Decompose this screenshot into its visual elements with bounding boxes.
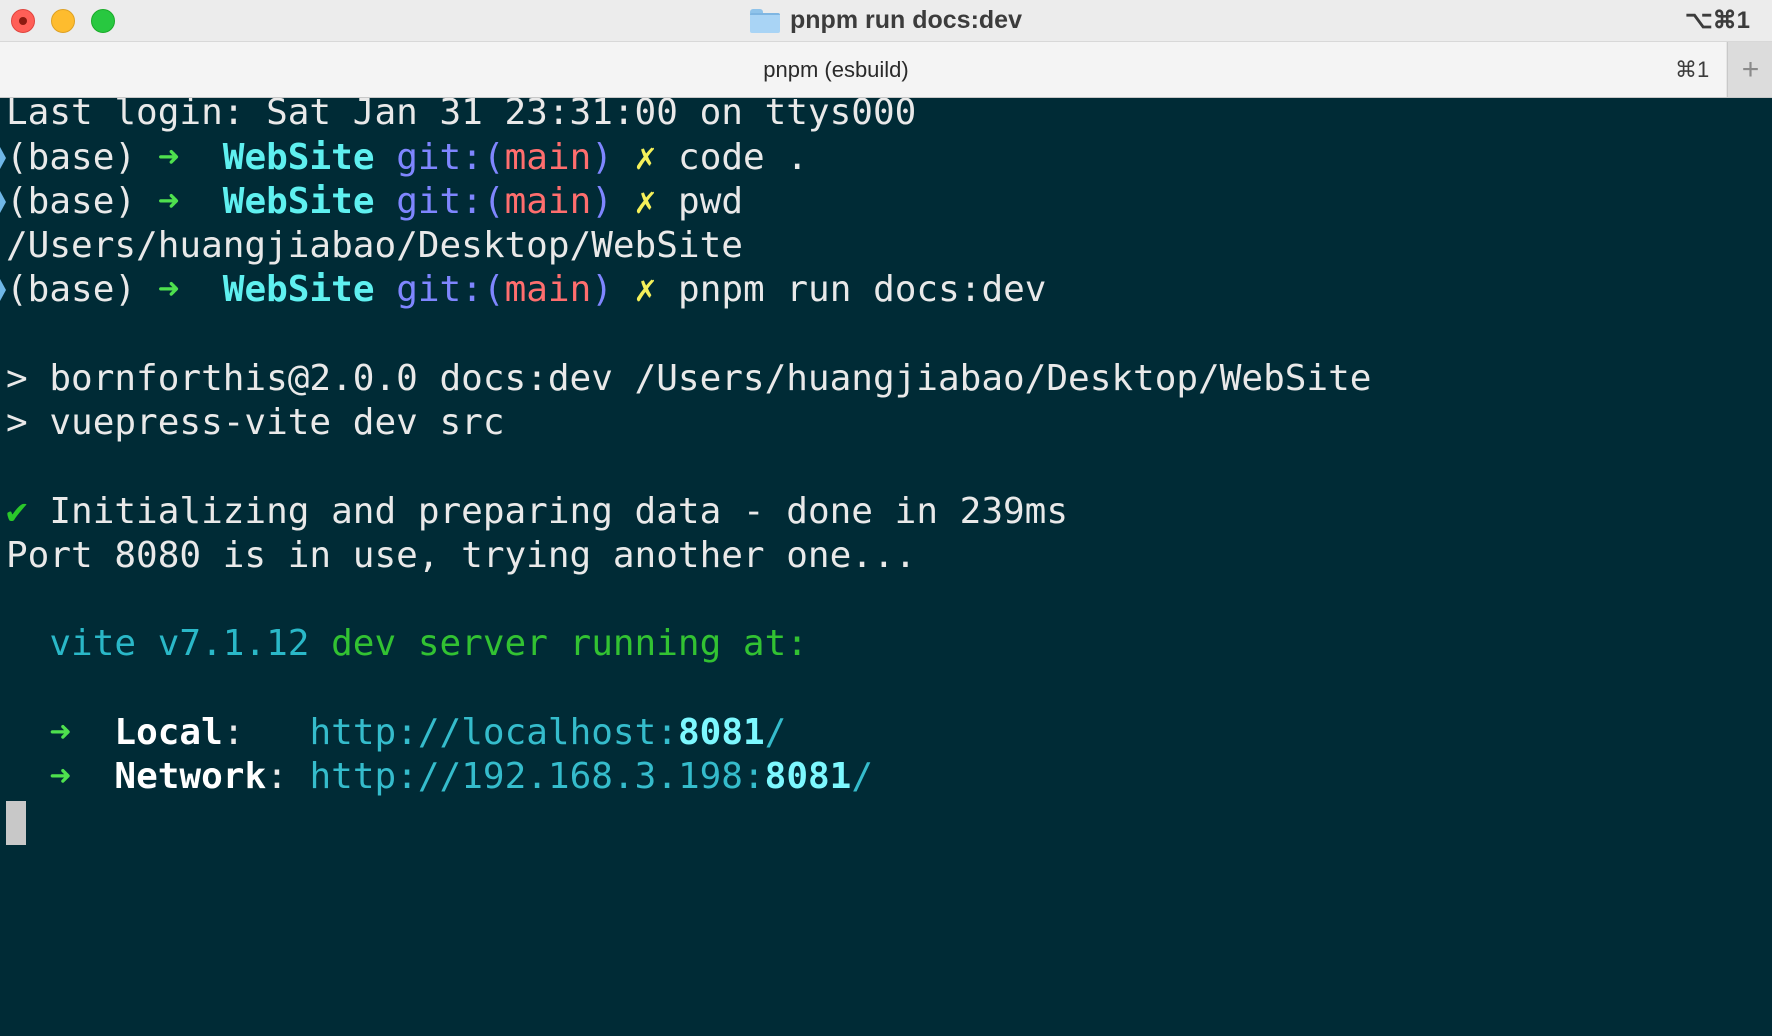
- local-colon: :: [222, 712, 245, 753]
- prompt-env: (base): [6, 269, 137, 310]
- prompt-arrow-icon: ➜: [157, 137, 180, 178]
- network-label: Network: [114, 756, 267, 797]
- check-icon: ✔: [6, 491, 28, 532]
- prompt-line: (base) ➜ WebSite git:(main) ✗ code .: [6, 133, 808, 183]
- prompt-branch: main: [504, 137, 592, 178]
- script-line-1: > bornforthis@2.0.0 docs:dev /Users/huan…: [6, 358, 1372, 399]
- command-text: pwd: [678, 181, 744, 222]
- prompt-git: git:(: [396, 137, 505, 178]
- arrow-icon: ➜: [49, 712, 72, 753]
- network-line: ➜ Network: http://192.168.3.198:8081/: [6, 752, 873, 802]
- title-bar[interactable]: pnpm run docs:dev ⌥⌘1: [0, 0, 1772, 42]
- prompt-branch: main: [504, 269, 592, 310]
- tab-shortcut: ⌘1: [1675, 57, 1710, 82]
- prompt-dir: WebSite: [222, 137, 375, 178]
- prompt-arrow-icon: ➜: [157, 269, 180, 310]
- local-line: ➜ Local: http://localhost:8081/: [6, 708, 786, 758]
- prompt-line: (base) ➜ WebSite git:(main) ✗ pwd: [6, 177, 743, 227]
- prompt-git: git:(: [396, 269, 505, 310]
- tab-label: pnpm (esbuild): [763, 57, 909, 82]
- local-url[interactable]: http://localhost:8081/: [310, 712, 787, 753]
- prompt-dirty-icon: ✗: [634, 137, 657, 178]
- init-message: Initializing and preparing data - done i…: [27, 491, 1069, 532]
- command-text: pnpm run docs:dev: [678, 269, 1047, 310]
- prompt-dirty-icon: ✗: [634, 269, 657, 310]
- prompt-dir: WebSite: [222, 269, 375, 310]
- script-line-2: > vuepress-vite dev src: [6, 402, 505, 443]
- prompt-arrow-icon: ➜: [157, 181, 180, 222]
- window-shortcut: ⌥⌘1: [1684, 7, 1750, 34]
- pwd-output-line: /Users/huangjiabao/Desktop/WebSite: [6, 225, 743, 266]
- folder-icon: [750, 8, 781, 33]
- prompt-branch: main: [504, 181, 592, 222]
- prompt-dir: WebSite: [222, 181, 375, 222]
- port-line: Port 8080 is in use, trying another one.…: [6, 535, 917, 576]
- arrow-icon: ➜: [49, 756, 72, 797]
- tab-pnpm[interactable]: pnpm (esbuild) ⌘1: [0, 42, 1726, 97]
- plus-icon[interactable]: +: [1727, 42, 1772, 97]
- command-text: code .: [678, 137, 809, 178]
- prompt-line: (base) ➜ WebSite git:(main) ✗ pnpm run d…: [6, 265, 1046, 315]
- vite-version: vite v7.1.12: [49, 623, 310, 664]
- network-url[interactable]: http://192.168.3.198:8081/: [310, 756, 874, 797]
- init-line: ✔ Initializing and preparing data - done…: [6, 487, 1068, 537]
- prompt-git: git:(: [396, 181, 505, 222]
- prompt-dirty-icon: ✗: [634, 181, 657, 222]
- prompt-env: (base): [6, 181, 137, 222]
- prompt-git-close: ): [591, 269, 613, 310]
- network-colon: :: [266, 756, 288, 797]
- terminal-window: pnpm run docs:dev ⌥⌘1 pnpm (esbuild) ⌘1 …: [0, 0, 1772, 1036]
- terminal-content[interactable]: Last login: Sat Jan 31 23:31:00 on ttys0…: [0, 98, 1772, 1036]
- prompt-git-close: ): [591, 137, 613, 178]
- vite-line: vite v7.1.12 dev server running at:: [6, 619, 808, 669]
- window-title-group: pnpm run docs:dev: [0, 0, 1772, 41]
- last-login-line: Last login: Sat Jan 31 23:31:00 on ttys0…: [6, 98, 917, 133]
- prompt-git-close: ): [591, 181, 613, 222]
- tab-bar: pnpm (esbuild) ⌘1 +: [0, 42, 1772, 98]
- window-title: pnpm run docs:dev: [790, 6, 1022, 34]
- prompt-env: (base): [6, 137, 137, 178]
- terminal-cursor: [6, 801, 26, 845]
- local-label: Local: [114, 712, 223, 753]
- vite-message: dev server running at:: [309, 623, 808, 664]
